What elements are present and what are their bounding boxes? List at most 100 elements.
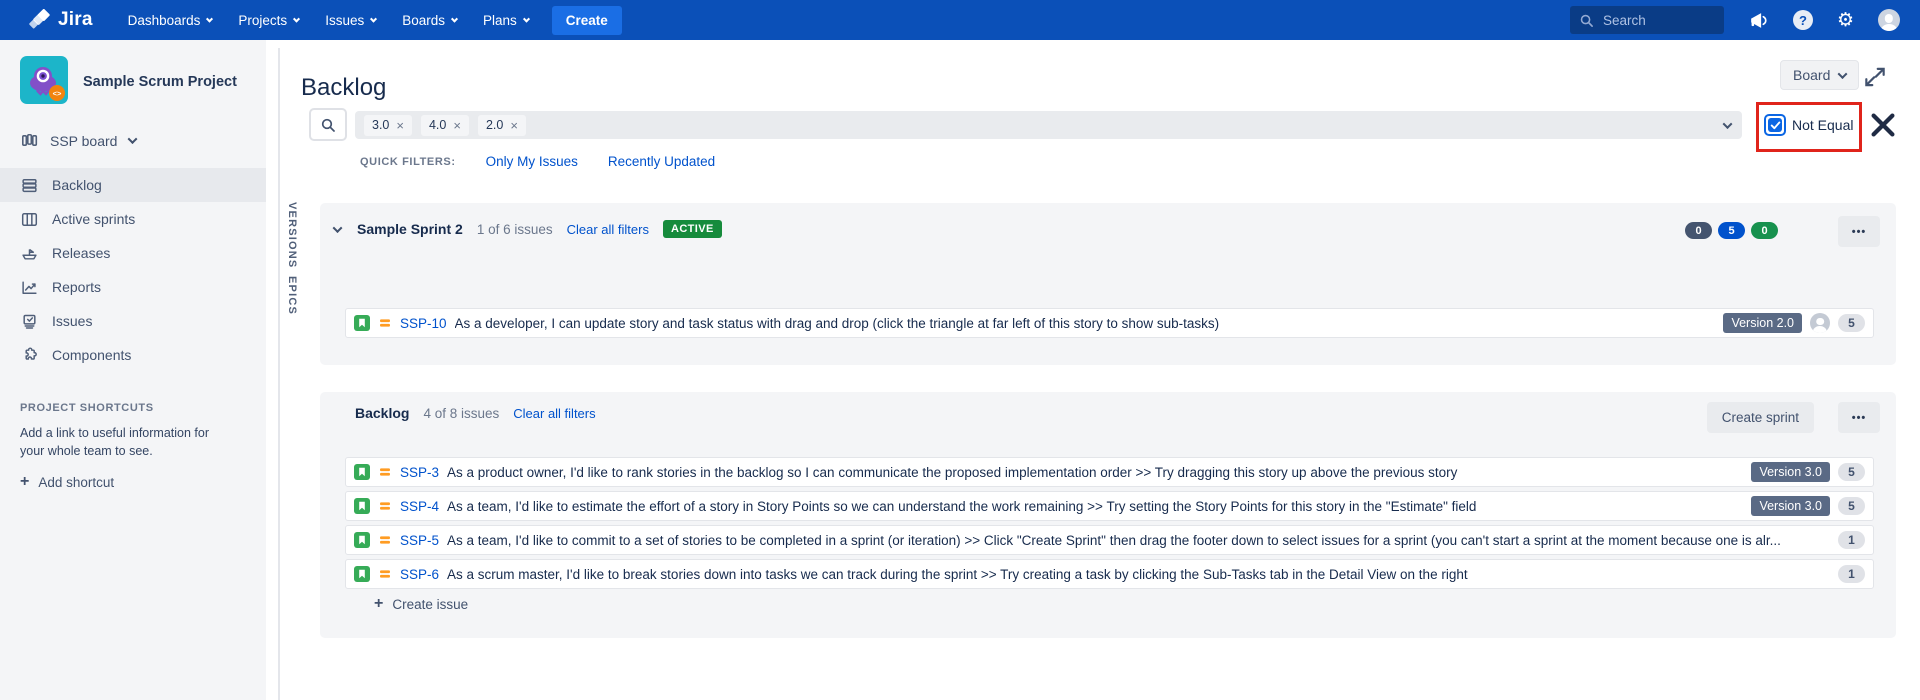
sidebar-item-releases[interactable]: Releases (0, 236, 266, 270)
jira-brand[interactable]: Jira (28, 9, 93, 31)
sidebar-item-backlog[interactable]: Backlog (0, 168, 266, 202)
issue-row-ssp-5[interactable]: SSP-5 As a team, I'd like to commit to a… (345, 525, 1874, 555)
estimate-badge[interactable]: 1 (1838, 565, 1865, 583)
add-shortcut-button[interactable]: + Add shortcut (20, 474, 114, 490)
clear-all-filters-link[interactable]: Clear all filters (513, 406, 595, 421)
chevron-down-icon (1838, 69, 1848, 79)
reports-icon (20, 279, 38, 296)
project-shortcuts-header: PROJECT SHORTCUTS (20, 402, 154, 414)
topnav-right-cluster: ? ⚙ (1570, 0, 1920, 40)
not-equal-checkbox[interactable] (1764, 114, 1786, 136)
close-icon (1868, 110, 1898, 140)
priority-medium-icon (378, 499, 392, 513)
quick-filters-row: QUICK FILTERS: Only My Issues Recently U… (360, 154, 715, 169)
estimate-badge[interactable]: 5 (1838, 463, 1865, 481)
help-icon[interactable]: ? (1793, 10, 1813, 30)
backlog-panel: Backlog 4 of 8 issues Clear all filters … (320, 392, 1896, 638)
tab-versions[interactable]: VERSIONS (286, 202, 298, 268)
filter-chip[interactable]: 3.0 × (364, 115, 412, 136)
issue-key-link[interactable]: SSP-6 (400, 567, 439, 582)
assignee-avatar[interactable] (1810, 313, 1830, 333)
estimate-badge[interactable]: 5 (1838, 314, 1865, 332)
done-count-badge: 0 (1751, 222, 1778, 239)
sidebar-item-issues[interactable]: Issues (0, 304, 266, 338)
collapse-sprint-icon[interactable] (333, 223, 343, 233)
global-search[interactable] (1570, 6, 1724, 34)
quick-filter-recently-updated[interactable]: Recently Updated (608, 154, 715, 169)
announcements-icon[interactable] (1748, 10, 1769, 31)
filter-chip[interactable]: 4.0 × (421, 115, 469, 136)
board-icon (20, 132, 38, 149)
chevron-down-icon (293, 15, 300, 22)
tab-epics[interactable]: EPICS (286, 276, 298, 315)
sidebar-item-reports[interactable]: Reports (0, 270, 266, 304)
issue-key-link[interactable]: SSP-5 (400, 533, 439, 548)
menu-issues[interactable]: Issues (316, 7, 385, 34)
gear-icon[interactable]: ⚙ (1837, 11, 1854, 30)
sprint-status-counters: 0 5 0 (1685, 222, 1778, 239)
menu-dashboards[interactable]: Dashboards (119, 7, 222, 34)
search-icon (320, 117, 336, 133)
issue-key-link[interactable]: SSP-10 (400, 316, 447, 331)
chevron-down-icon (370, 15, 377, 22)
issue-row-ssp-6[interactable]: SSP-6 As a scrum master, I'd like to bre… (345, 559, 1874, 589)
expand-icon (1862, 64, 1888, 90)
search-icon (1579, 13, 1594, 28)
version-badge[interactable]: Version 2.0 (1723, 313, 1802, 333)
backlog-more-actions-button[interactable]: ••• (1838, 402, 1880, 433)
menu-boards[interactable]: Boards (393, 7, 466, 34)
version-filter-field[interactable]: 3.0 × 4.0 × 2.0 × (355, 111, 1742, 139)
story-type-icon (354, 498, 370, 514)
issue-summary: As a scrum master, I'd like to break sto… (447, 567, 1830, 582)
quick-filter-only-my-issues[interactable]: Only My Issues (486, 154, 578, 169)
estimate-badge[interactable]: 5 (1838, 497, 1865, 515)
inprogress-count-badge: 5 (1718, 222, 1745, 239)
menu-plans[interactable]: Plans (474, 7, 538, 34)
chevron-down-icon[interactable] (1723, 119, 1733, 129)
backlog-icon (20, 177, 38, 194)
check-icon (1770, 121, 1781, 130)
remove-chip-icon[interactable]: × (453, 119, 461, 132)
project-shortcuts-hint: Add a link to useful information for you… (20, 425, 232, 460)
version-badge[interactable]: Version 3.0 (1751, 462, 1830, 482)
sidebar-menu: Backlog Active sprints Releases (0, 168, 266, 372)
sprint-more-actions-button[interactable]: ••• (1838, 216, 1880, 247)
version-badge[interactable]: Version 3.0 (1751, 496, 1830, 516)
close-filter-button[interactable] (1868, 110, 1898, 143)
backlog-search-button[interactable] (309, 108, 347, 141)
remove-chip-icon[interactable]: × (510, 119, 518, 132)
clear-all-filters-link[interactable]: Clear all filters (567, 222, 649, 237)
priority-medium-icon (378, 316, 392, 330)
create-sprint-button[interactable]: Create sprint (1707, 402, 1814, 433)
search-input[interactable] (1601, 12, 1711, 29)
sidebar-item-components[interactable]: Components (0, 338, 266, 372)
user-avatar[interactable] (1878, 9, 1900, 31)
issue-key-link[interactable]: SSP-4 (400, 499, 439, 514)
create-issue-button[interactable]: + Create issue (368, 595, 474, 613)
issue-row-ssp-4[interactable]: SSP-4 As a team, I'd like to estimate th… (345, 491, 1874, 521)
issue-key-link[interactable]: SSP-3 (400, 465, 439, 480)
fullscreen-toggle-button[interactable] (1860, 62, 1890, 95)
not-equal-checkbox-group[interactable]: Not Equal (1764, 114, 1853, 136)
story-type-icon (354, 315, 370, 331)
sprint-status-badge: ACTIVE (663, 220, 722, 238)
issues-icon (20, 313, 38, 330)
create-button[interactable]: Create (552, 6, 622, 35)
plus-icon: + (374, 596, 383, 612)
sidebar-item-active-sprints[interactable]: Active sprints (0, 202, 266, 236)
board-dropdown-button[interactable]: Board (1780, 60, 1859, 90)
remove-chip-icon[interactable]: × (396, 119, 404, 132)
issue-row-ssp-3[interactable]: SSP-3 As a product owner, I'd like to ra… (345, 457, 1874, 487)
project-name: Sample Scrum Project (83, 74, 237, 91)
quick-filters-label: QUICK FILTERS: (360, 156, 456, 168)
estimate-badge[interactable]: 1 (1838, 531, 1865, 549)
issue-row-ssp-10[interactable]: SSP-10 As a developer, I can update stor… (345, 308, 1874, 338)
menu-projects[interactable]: Projects (229, 7, 308, 34)
board-switcher[interactable]: SSP board (20, 132, 136, 149)
not-equal-label: Not Equal (1792, 117, 1853, 133)
filter-chip[interactable]: 2.0 × (478, 115, 526, 136)
backlog-issue-count: 4 of 8 issues (423, 406, 499, 421)
story-type-icon (354, 464, 370, 480)
sprint-panel: Sample Sprint 2 1 of 6 issues Clear all … (320, 203, 1896, 365)
priority-medium-icon (378, 533, 392, 547)
